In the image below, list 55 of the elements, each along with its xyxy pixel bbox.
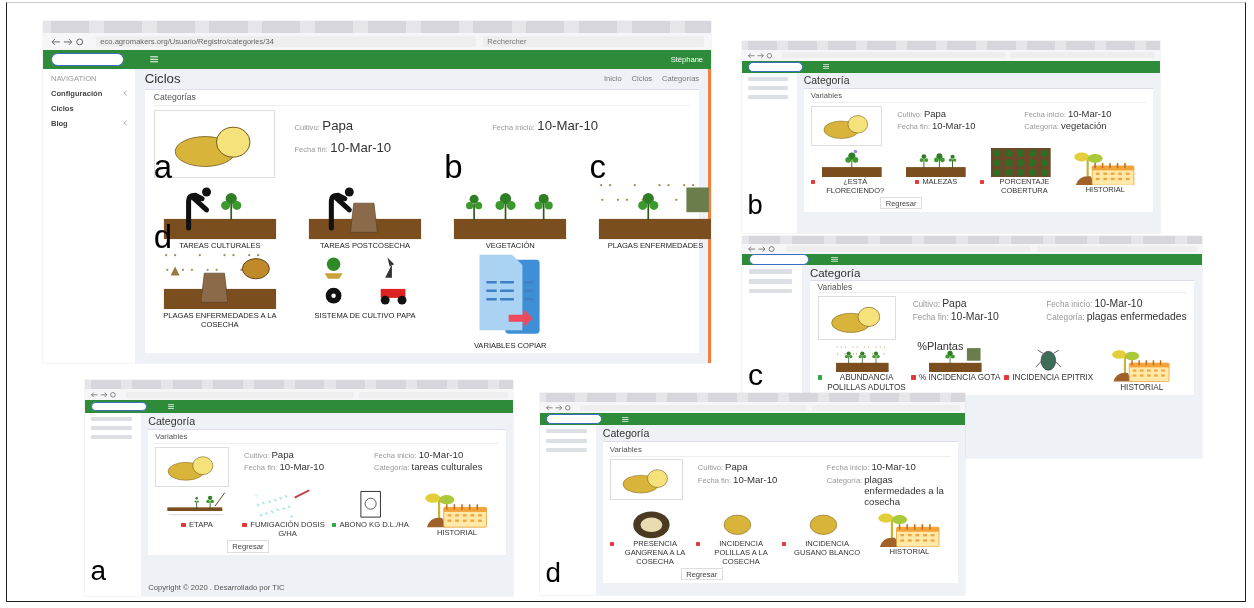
menu-icon[interactable] xyxy=(167,403,175,409)
history-label[interactable]: HISTORIAL xyxy=(1120,382,1164,393)
figure-letter: c xyxy=(748,360,764,391)
field-value: 10-Mar-10 xyxy=(279,461,325,473)
figure-letter: b xyxy=(747,190,763,219)
card-title: Variables xyxy=(817,281,853,292)
menu-icon[interactable] xyxy=(149,55,159,63)
search-field[interactable] xyxy=(1036,245,1197,253)
field-value: Papa xyxy=(924,107,947,119)
menu-icon[interactable] xyxy=(830,256,838,263)
field-label: Fecha inicio: xyxy=(1046,300,1093,310)
figure-letter: d xyxy=(545,558,562,587)
figure-letter: a xyxy=(90,557,107,586)
field-value: vegetación xyxy=(1060,120,1107,132)
figure-letter: a xyxy=(153,150,173,184)
field-value: Papa xyxy=(942,298,967,310)
field-label: Fecha fin: xyxy=(912,312,949,322)
variable-label[interactable]: % INCIDENCIA GOTA xyxy=(918,373,1001,383)
scrollbar[interactable] xyxy=(708,68,711,363)
menu-icon[interactable] xyxy=(621,416,629,422)
page-title: Categoría xyxy=(602,427,650,440)
field-value: 10-Mar-10 xyxy=(1067,107,1112,119)
card-title: Categorías xyxy=(153,92,196,103)
chevron-icon[interactable] xyxy=(122,120,128,127)
figure-letter: b xyxy=(444,150,463,184)
figure-letter: d xyxy=(153,220,173,254)
menu-icon[interactable] xyxy=(822,64,830,70)
field-label: Categoría: xyxy=(1046,312,1085,322)
logo-icon xyxy=(50,53,124,66)
field-value: 10-Mar-10 xyxy=(330,139,392,155)
logo-icon xyxy=(91,401,148,412)
variable-label[interactable]: INCIDENCIA EPITRIX xyxy=(1012,373,1094,383)
field-value: Papa xyxy=(725,461,748,473)
field-value: 10-Mar-10 xyxy=(931,120,976,132)
field-value: 10-Mar-10 xyxy=(871,461,916,473)
field-value: 10-Mar-10 xyxy=(418,448,464,460)
field-value: Papa xyxy=(322,118,354,134)
chevron-icon[interactable] xyxy=(122,90,128,97)
field-value: 10-Mar-10 xyxy=(733,473,778,485)
field-value: 10-Mar-10 xyxy=(1094,298,1143,310)
page-title: Categoría xyxy=(803,74,850,86)
image-caption: %Plantas xyxy=(917,339,964,352)
field-value: plagas enfermedades xyxy=(1086,310,1187,322)
page-title: Categoría xyxy=(809,267,861,280)
figure-letter: c xyxy=(589,150,606,184)
field-value: 10-Mar-10 xyxy=(537,118,599,134)
page-title: Categoría xyxy=(148,414,196,427)
field-value: Papa xyxy=(271,448,294,460)
variable-label[interactable]: ABUNDANCIA POLILLAS ADULTOS xyxy=(825,373,908,393)
field-value: 10-Mar-10 xyxy=(950,310,999,322)
page-title: Ciclos xyxy=(144,71,181,87)
field-value: tareas culturales xyxy=(411,461,483,473)
field-value: plagas enfermedades a la cosecha xyxy=(864,473,945,507)
address-field[interactable] xyxy=(785,245,1032,253)
field-label: Cultivo: xyxy=(912,300,940,310)
